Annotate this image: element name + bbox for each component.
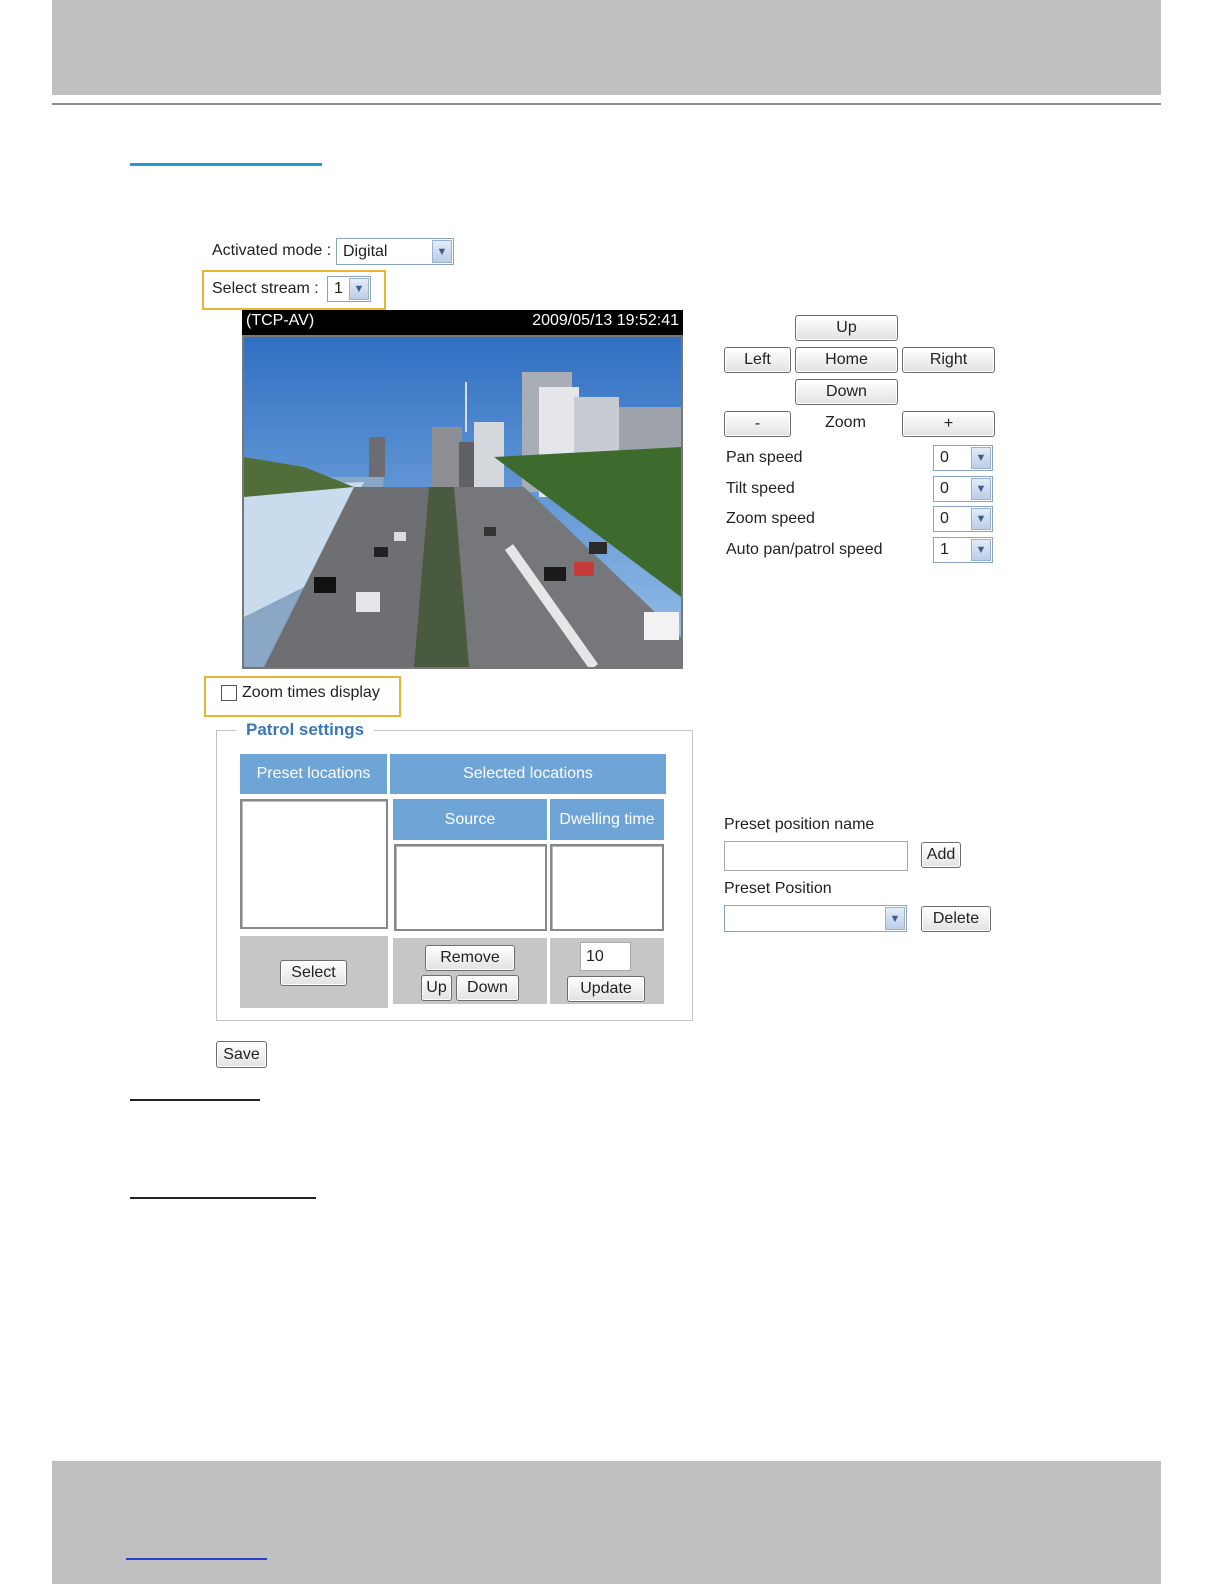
- ptz-down-button[interactable]: Down: [795, 379, 898, 405]
- chevron-down-icon: ▼: [971, 447, 991, 469]
- dwelling-time-input[interactable]: 10: [580, 942, 631, 971]
- dwelling-time-list[interactable]: [550, 844, 664, 931]
- update-button[interactable]: Update: [567, 976, 645, 1002]
- chevron-down-icon: ▼: [885, 907, 905, 930]
- zoom-speed-value: 0: [940, 510, 949, 527]
- add-preset-button[interactable]: Add: [921, 842, 961, 868]
- pan-speed-label: Pan speed: [726, 449, 803, 466]
- selected-locations-header: Selected locations: [390, 754, 666, 794]
- source-header: Source: [393, 799, 547, 840]
- video-title-bar: (TCP-AV) 2009/05/13 19:52:41: [242, 310, 683, 335]
- ptz-home-button[interactable]: Home: [795, 347, 898, 373]
- preset-position-label: Preset Position: [724, 880, 832, 897]
- ptz-right-button[interactable]: Right: [902, 347, 995, 373]
- zoom-times-checkbox[interactable]: [221, 685, 237, 701]
- page-footer-band: [52, 1461, 1161, 1584]
- live-video-view[interactable]: [242, 335, 683, 669]
- zoom-out-button[interactable]: -: [724, 411, 791, 437]
- tilt-speed-select[interactable]: 0 ▼: [933, 476, 993, 502]
- save-button[interactable]: Save: [216, 1041, 267, 1068]
- pan-speed-select[interactable]: 0 ▼: [933, 445, 993, 471]
- section-underline: [130, 1099, 260, 1101]
- preset-position-select[interactable]: ▼: [724, 905, 907, 932]
- select-stream-value: 1: [334, 280, 343, 297]
- activated-mode-select[interactable]: Digital ▼: [336, 238, 454, 265]
- chevron-down-icon: ▼: [432, 240, 452, 263]
- pan-speed-value: 0: [940, 449, 949, 466]
- activated-mode-value: Digital: [343, 242, 388, 260]
- tilt-speed-value: 0: [940, 480, 949, 497]
- zoom-speed-label: Zoom speed: [726, 510, 815, 527]
- preset-position-name-label: Preset position name: [724, 816, 875, 833]
- chevron-down-icon: ▼: [971, 539, 991, 561]
- video-protocol: (TCP-AV): [246, 312, 315, 329]
- move-up-button[interactable]: Up: [421, 975, 452, 1001]
- auto-pan-speed-label: Auto pan/patrol speed: [726, 541, 883, 558]
- ptz-up-button[interactable]: Up: [795, 315, 898, 341]
- chevron-down-icon: ▼: [971, 508, 991, 530]
- remove-button[interactable]: Remove: [425, 945, 515, 971]
- dwelling-time-value: 10: [586, 948, 604, 965]
- section-underline: [130, 1197, 316, 1199]
- chevron-down-icon: ▼: [971, 478, 991, 500]
- zoom-times-label: Zoom times display: [242, 684, 380, 701]
- header-divider: [52, 103, 1161, 105]
- preset-locations-header: Preset locations: [240, 754, 387, 794]
- source-list[interactable]: [394, 844, 547, 931]
- tilt-speed-label: Tilt speed: [726, 480, 795, 497]
- select-button[interactable]: Select: [280, 960, 347, 986]
- auto-pan-speed-select[interactable]: 1 ▼: [933, 537, 993, 563]
- delete-preset-button[interactable]: Delete: [921, 906, 991, 932]
- auto-pan-speed-value: 1: [940, 541, 949, 558]
- preset-position-name-input[interactable]: [724, 841, 908, 871]
- video-timestamp: 2009/05/13 19:52:41: [532, 312, 679, 329]
- ptz-left-button[interactable]: Left: [724, 347, 791, 373]
- select-stream-select[interactable]: 1 ▼: [327, 276, 371, 302]
- footer-link-underline: [126, 1558, 267, 1560]
- dwelling-time-header: Dwelling time: [550, 799, 664, 840]
- page-header-band: [52, 0, 1161, 95]
- chevron-down-icon: ▼: [349, 278, 369, 300]
- section-title-underline: [130, 163, 322, 166]
- preset-locations-list[interactable]: [240, 799, 388, 929]
- zoom-speed-select[interactable]: 0 ▼: [933, 506, 993, 532]
- activated-mode-label: Activated mode :: [212, 242, 332, 259]
- patrol-settings-legend: Patrol settings: [236, 720, 375, 740]
- zoom-label: Zoom: [825, 414, 866, 431]
- move-down-button[interactable]: Down: [456, 975, 519, 1001]
- zoom-in-button[interactable]: +: [902, 411, 995, 437]
- select-stream-label: Select stream :: [212, 280, 319, 297]
- video-frame-image: [244, 337, 681, 667]
